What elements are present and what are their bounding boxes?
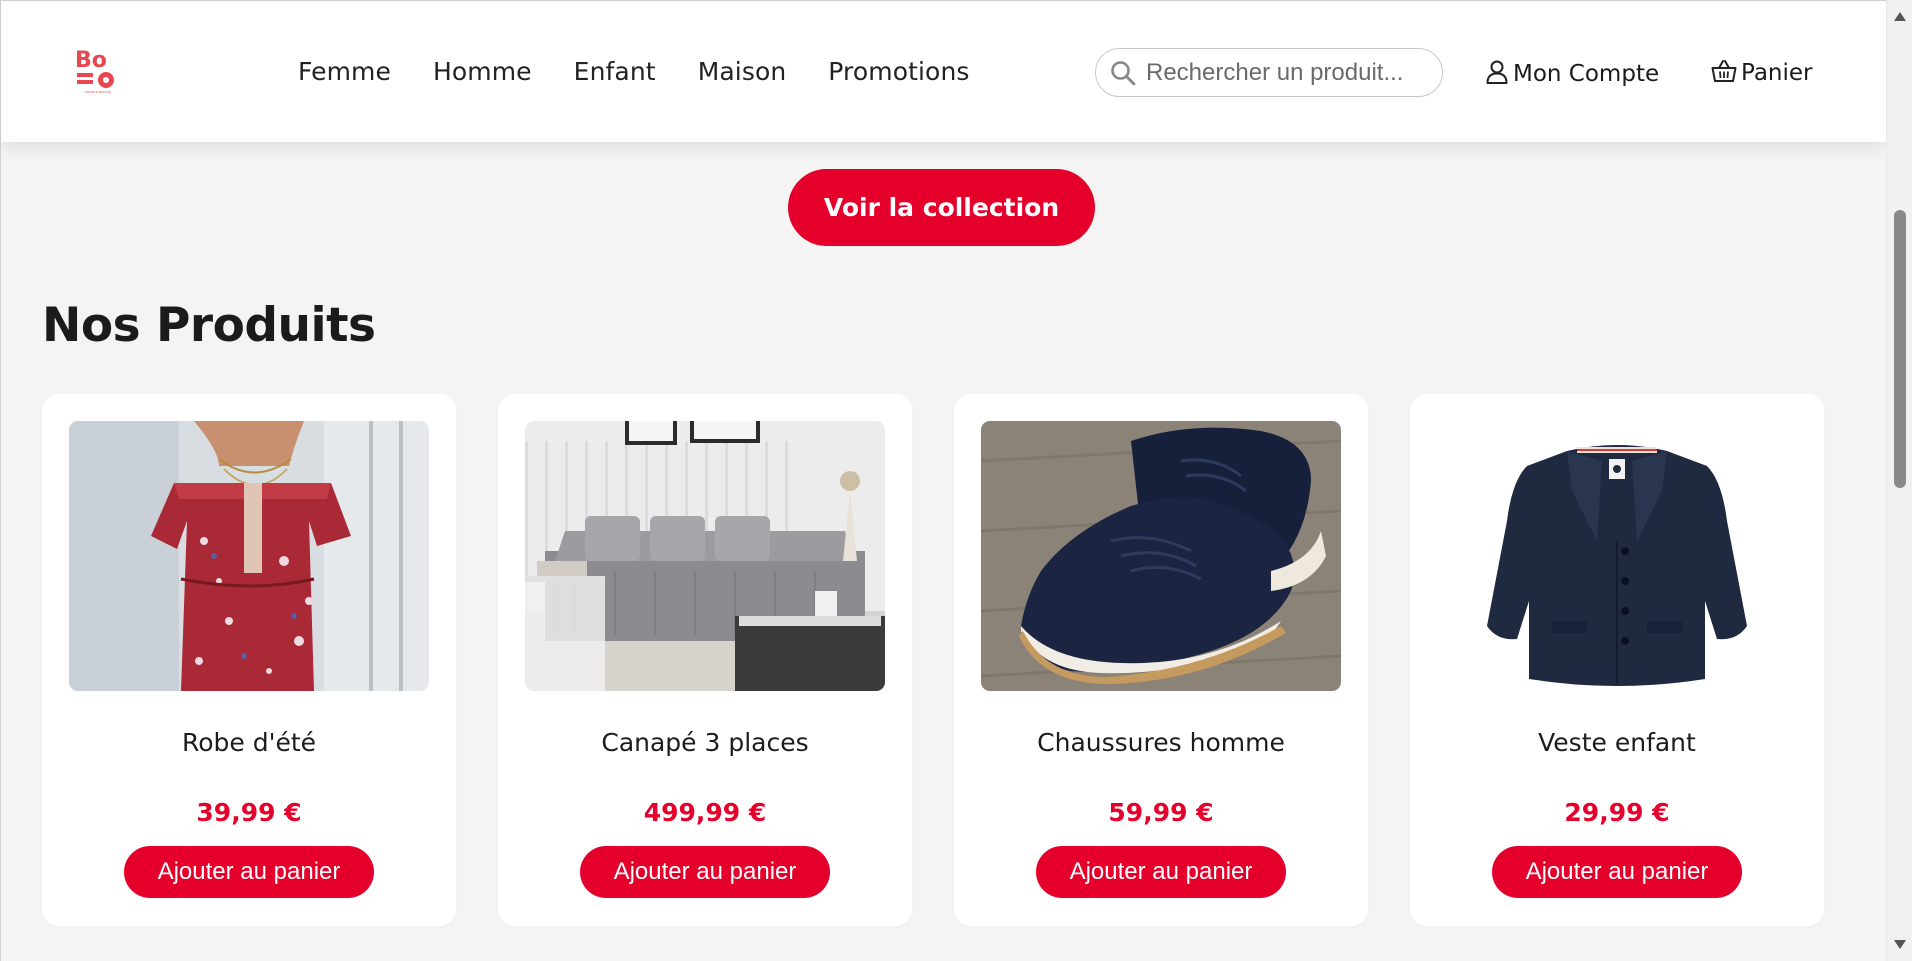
scroll-down-arrow-icon[interactable]	[1894, 940, 1906, 949]
product-price: 59,99 €	[1108, 798, 1214, 827]
nav-item-promotions[interactable]: Promotions	[828, 57, 969, 86]
scroll-up-arrow-icon[interactable]	[1894, 12, 1906, 21]
product-card[interactable]: Canapé 3 places 499,99 € Ajouter au pani…	[498, 394, 912, 926]
site-header: Bo MODE & MAISON Femme Homme Enfant Mais…	[0, 0, 1886, 142]
user-icon	[1485, 59, 1509, 89]
search-input[interactable]	[1146, 58, 1426, 87]
product-name: Canapé 3 places	[601, 728, 809, 757]
product-name: Veste enfant	[1538, 728, 1696, 757]
basket-icon	[1711, 59, 1737, 87]
nav-item-maison[interactable]: Maison	[698, 57, 787, 86]
product-name: Chaussures homme	[1037, 728, 1285, 757]
summer-dress-image[interactable]	[69, 421, 429, 691]
window-edge	[0, 0, 1, 961]
add-to-cart-button[interactable]: Ajouter au panier	[1492, 846, 1742, 898]
logo-tagline: MODE & MAISON	[85, 90, 110, 94]
scrollbar-thumb[interactable]	[1894, 210, 1906, 488]
product-price: 39,99 €	[196, 798, 302, 827]
brand-logo[interactable]: Bo MODE & MAISON	[72, 45, 124, 95]
nav-item-homme[interactable]: Homme	[433, 57, 532, 86]
section-title: Nos Produits	[42, 298, 376, 353]
search-icon	[1109, 59, 1137, 87]
view-collection-button[interactable]: Voir la collection	[788, 169, 1095, 246]
logo-text: Bo	[75, 48, 107, 73]
page: Bo MODE & MAISON Femme Homme Enfant Mais…	[0, 0, 1886, 961]
account-link[interactable]: Mon Compte	[1485, 59, 1659, 89]
product-card[interactable]: Chaussures homme 59,99 € Ajouter au pani…	[954, 394, 1368, 926]
product-card[interactable]: Veste enfant 29,99 € Ajouter au panier	[1410, 394, 1824, 926]
product-name: Robe d'été	[181, 728, 317, 757]
sofa-photo-icon	[525, 421, 885, 691]
product-grid: Robe d'été 39,99 € Ajouter au panier Can…	[42, 394, 1824, 926]
vertical-scrollbar[interactable]	[1886, 0, 1912, 961]
cart-link[interactable]: Panier	[1711, 59, 1813, 87]
summer-dress-photo-icon	[69, 421, 429, 691]
kids-jacket-photo-icon	[1437, 421, 1797, 691]
nav-item-femme[interactable]: Femme	[298, 57, 391, 86]
product-price: 29,99 €	[1564, 798, 1670, 827]
add-to-cart-button[interactable]: Ajouter au panier	[580, 846, 830, 898]
sofa-image[interactable]	[525, 421, 885, 691]
search-bar[interactable]	[1095, 48, 1443, 97]
main-nav: Femme Homme Enfant Maison Promotions	[298, 57, 970, 86]
mens-shoes-image[interactable]	[981, 421, 1341, 691]
add-to-cart-button[interactable]: Ajouter au panier	[124, 846, 374, 898]
add-to-cart-button[interactable]: Ajouter au panier	[1036, 846, 1286, 898]
kids-jacket-image[interactable]	[1437, 421, 1797, 691]
nav-item-enfant[interactable]: Enfant	[574, 57, 656, 86]
product-card[interactable]: Robe d'été 39,99 € Ajouter au panier	[42, 394, 456, 926]
mens-shoes-photo-icon	[981, 421, 1341, 691]
cart-label: Panier	[1741, 60, 1813, 86]
account-label: Mon Compte	[1513, 61, 1660, 87]
logo-mark-icon: Bo MODE & MAISON	[75, 48, 114, 94]
product-price: 499,99 €	[643, 798, 767, 827]
